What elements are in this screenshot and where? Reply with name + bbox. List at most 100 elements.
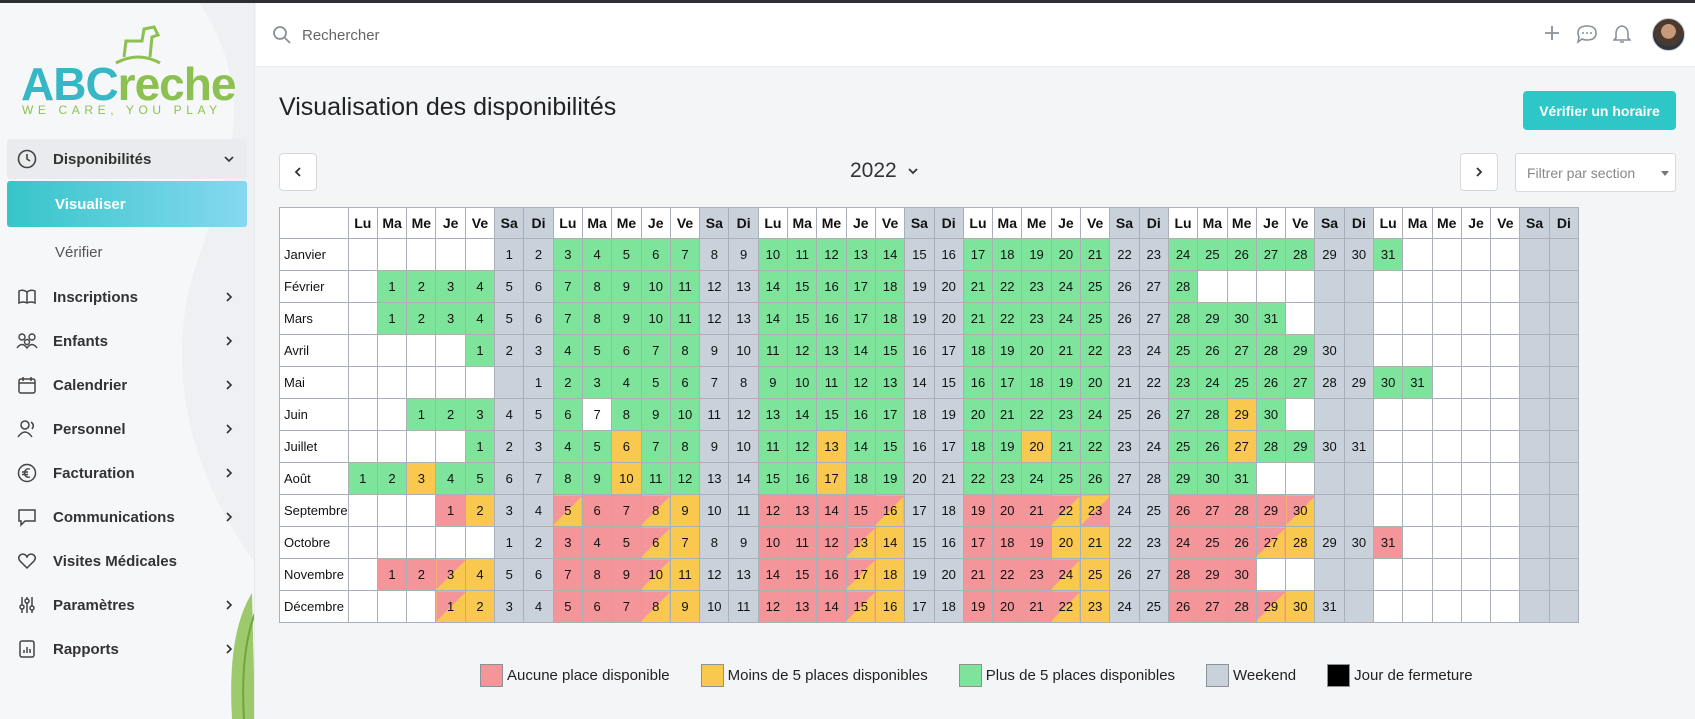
day-cell: 20 xyxy=(1021,430,1052,463)
empty-day-cell xyxy=(347,590,378,623)
day-cell: 27 xyxy=(1197,494,1228,527)
sidebar-item-enfants[interactable]: Enfants xyxy=(7,319,247,363)
empty-day-cell xyxy=(1490,430,1521,463)
chevron-right-icon xyxy=(226,468,233,478)
weekday-header: Me xyxy=(1226,207,1257,239)
weekday-header: Sa xyxy=(1314,207,1345,239)
sidebar-item-label: Visites Médicales xyxy=(53,552,177,570)
empty-day-cell xyxy=(1431,558,1462,591)
day-cell: 26 xyxy=(1197,430,1228,463)
empty-day-cell xyxy=(406,366,437,399)
day-cell: 9 xyxy=(669,494,701,527)
empty-day-cell xyxy=(1519,590,1550,623)
sidebar-item-inscriptions[interactable]: Inscriptions xyxy=(7,275,247,319)
day-cell: 9 xyxy=(757,366,789,399)
legend-swatch xyxy=(700,664,724,687)
sidebar-subitem-visualiser[interactable]: Visualiser xyxy=(7,181,247,227)
day-cell: 10 xyxy=(640,558,671,591)
day-cell: 29 xyxy=(1255,494,1287,527)
day-cell: 16 xyxy=(845,398,876,431)
day-cell: 29 xyxy=(1285,430,1316,463)
sidebar-item-rapports[interactable]: Rapports xyxy=(7,627,247,671)
weekday-header: Ma xyxy=(1197,207,1228,239)
day-cell: 30 xyxy=(1314,430,1345,463)
previous-year-button[interactable] xyxy=(279,153,317,191)
day-cell: 18 xyxy=(992,526,1023,559)
next-year-button[interactable] xyxy=(1460,153,1498,191)
empty-day-cell xyxy=(464,526,496,559)
month-label: Juillet xyxy=(279,430,349,463)
empty-day-cell xyxy=(347,238,378,271)
empty-day-cell xyxy=(1343,334,1374,367)
empty-day-cell xyxy=(1372,494,1404,527)
empty-day-cell xyxy=(1402,302,1433,335)
day-cell: 14 xyxy=(757,270,789,303)
day-cell: 1 xyxy=(435,590,466,623)
year-selector[interactable]: 2022 xyxy=(850,159,919,183)
day-cell: 24 xyxy=(1138,430,1169,463)
day-cell: 26 xyxy=(1109,558,1140,591)
day-cell: 12 xyxy=(699,270,730,303)
chat-bubble-icon[interactable] xyxy=(1576,24,1598,44)
month-label: Mars xyxy=(279,302,349,335)
chevron-right-icon xyxy=(226,292,233,302)
weekday-header: Sa xyxy=(699,207,730,239)
day-cell: 28 xyxy=(1285,526,1316,559)
weekday-header: Ma xyxy=(787,207,818,239)
empty-day-cell xyxy=(1519,270,1550,303)
day-cell: 22 xyxy=(1138,366,1169,399)
day-cell: 12 xyxy=(669,462,701,495)
weekday-header: Ma xyxy=(1402,207,1433,239)
weekday-header: Ma xyxy=(376,207,408,239)
sidebar-item-label: Calendrier xyxy=(53,376,128,394)
sidebar-item-facturation[interactable]: Facturation xyxy=(7,451,247,495)
day-cell: 3 xyxy=(406,462,437,495)
day-cell: 3 xyxy=(435,302,466,335)
empty-day-cell xyxy=(1343,398,1374,431)
sidebar-subitem-verifier[interactable]: Vérifier xyxy=(7,229,247,275)
plus-icon[interactable] xyxy=(1543,24,1561,42)
month-row: Février 1 2 3 4 5 6 7 8 9 10 11 12 13 14 15 16 17 18 19 20 21… xyxy=(279,270,1580,303)
sidebar-item-disponibilites[interactable]: Disponibilités xyxy=(7,139,247,179)
search-input[interactable] xyxy=(302,21,702,49)
day-cell: 21 xyxy=(1050,430,1082,463)
empty-day-cell xyxy=(1490,494,1521,527)
day-cell: 11 xyxy=(699,398,730,431)
weekday-header: Lu xyxy=(962,207,994,239)
day-cell: 23 xyxy=(1021,270,1052,303)
day-cell: 9 xyxy=(611,558,642,591)
day-cell: 16 xyxy=(933,238,964,271)
day-cell: 30 xyxy=(1372,366,1404,399)
legend-swatch xyxy=(958,664,982,687)
sidebar-item-visites-medicales[interactable]: Visites Médicales xyxy=(7,539,247,583)
verify-schedule-button[interactable]: Vérifier un horaire xyxy=(1523,91,1676,130)
day-cell: 2 xyxy=(406,270,437,303)
empty-day-cell xyxy=(435,334,466,367)
day-cell: 2 xyxy=(494,334,525,367)
day-cell: 15 xyxy=(904,238,935,271)
empty-day-cell xyxy=(1372,302,1404,335)
sidebar-item-communications[interactable]: Communications xyxy=(7,495,247,539)
section-filter-select[interactable]: Filtrer par section xyxy=(1515,153,1676,192)
abcreche-logo[interactable]: ABCreche WE CARE, YOU PLAY xyxy=(20,21,236,121)
sidebar-item-label: Inscriptions xyxy=(53,288,139,306)
user-avatar[interactable] xyxy=(1652,18,1685,51)
sidebar-item-personnel[interactable]: Personnel xyxy=(7,407,247,451)
day-cell: 19 xyxy=(933,398,964,431)
day-cell: 26 xyxy=(1226,238,1257,271)
bell-icon[interactable] xyxy=(1613,24,1631,44)
day-cell: 14 xyxy=(816,590,847,623)
sidebar-item-parametres[interactable]: Paramètres xyxy=(7,583,247,627)
weekday-header: Ve xyxy=(464,207,496,239)
empty-day-cell xyxy=(1431,366,1462,399)
sidebar-item-calendrier[interactable]: Calendrier xyxy=(7,363,247,407)
day-cell: 9 xyxy=(611,270,642,303)
chevron-right-icon xyxy=(226,336,233,346)
day-cell: 1 xyxy=(376,558,408,591)
day-cell: 2 xyxy=(435,398,466,431)
day-cell: 25 xyxy=(1197,238,1228,271)
day-cell: 19 xyxy=(962,494,994,527)
day-cell: 14 xyxy=(904,366,935,399)
chevron-down-icon xyxy=(908,168,918,175)
weekday-header: Di xyxy=(1343,207,1374,239)
